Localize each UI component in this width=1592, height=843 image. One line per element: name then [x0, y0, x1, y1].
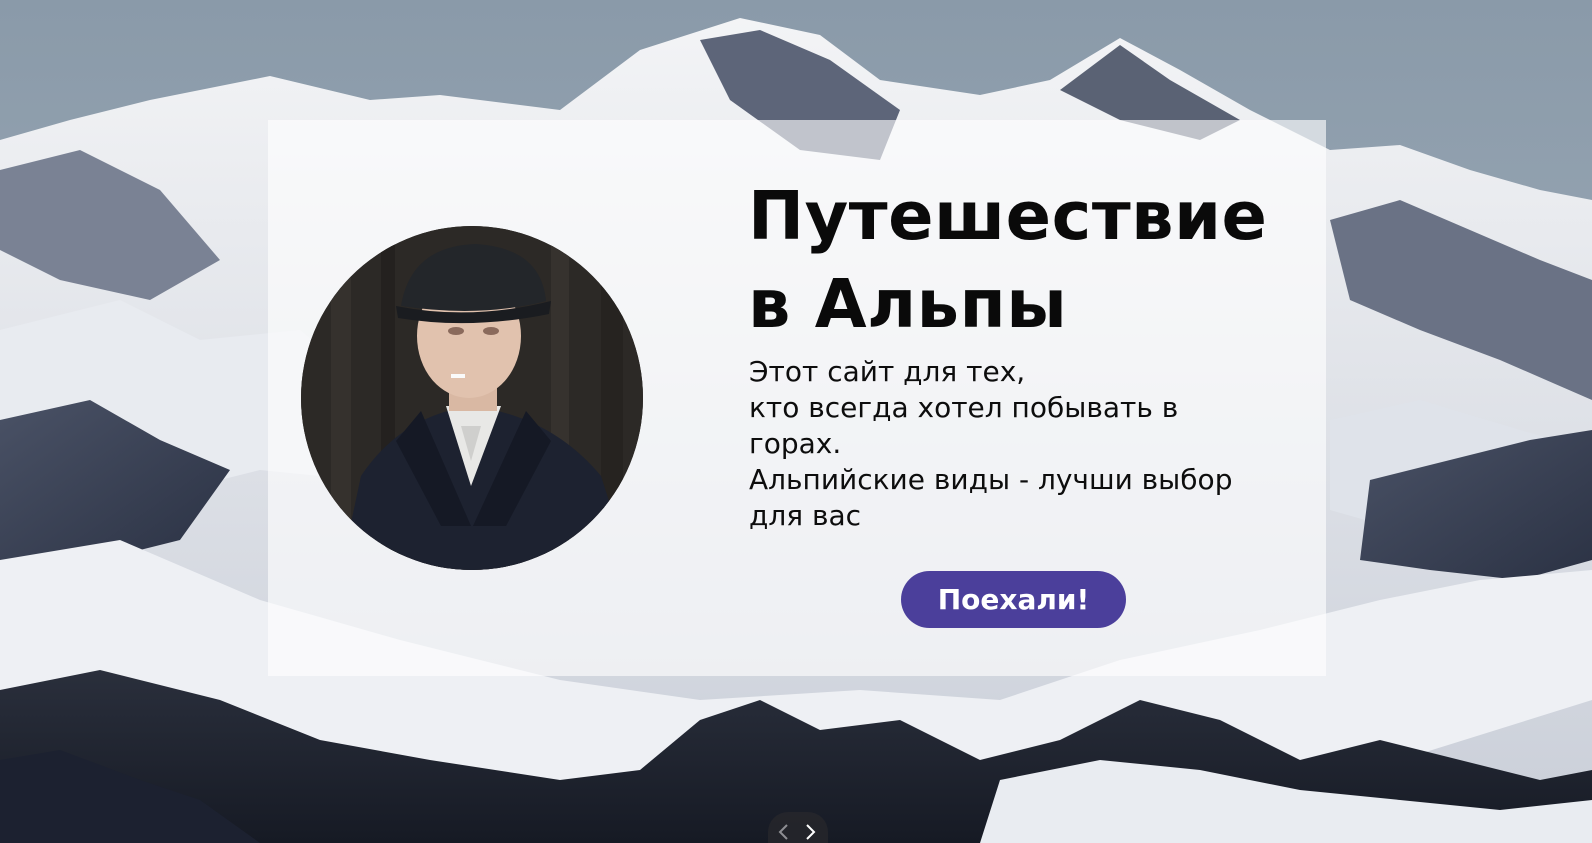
chevron-right-icon[interactable]: [802, 823, 818, 841]
go-button[interactable]: Поехали!: [901, 571, 1126, 628]
chevron-left-icon[interactable]: [776, 823, 792, 841]
description-line: Этот сайт для тех,: [749, 355, 1026, 388]
hero-card: Путешествие в Альпы Этот сайт для тех, к…: [268, 120, 1326, 676]
profile-photo: [301, 226, 643, 570]
description-line: для вас: [749, 499, 862, 532]
title-line-2: в Альпы: [748, 265, 1068, 343]
hero-description: Этот сайт для тех, кто всегда хотел побы…: [749, 354, 1309, 534]
page-title: Путешествие в Альпы: [748, 172, 1318, 348]
description-line: Альпийские виды - лучши выбор: [749, 463, 1233, 496]
hero-page: Путешествие в Альпы Этот сайт для тех, к…: [0, 0, 1592, 843]
slider-navigation: [768, 812, 828, 843]
description-line: горах.: [749, 427, 842, 460]
description-line: кто всегда хотел побывать в: [749, 391, 1179, 424]
title-line-1: Путешествие: [748, 177, 1268, 255]
